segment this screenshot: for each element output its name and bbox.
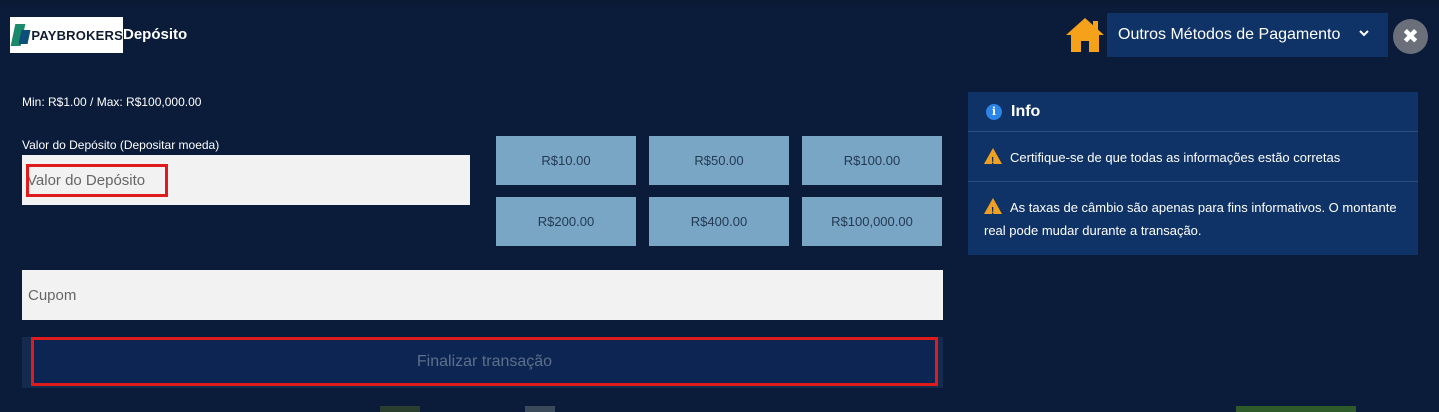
info-item-text: Certifique-se de que todas as informaçõe… xyxy=(1010,150,1341,165)
coupon-input[interactable] xyxy=(22,270,943,320)
finalize-button[interactable]: Finalizar transação xyxy=(31,337,938,386)
home-button[interactable] xyxy=(1064,16,1106,54)
amount-field-container xyxy=(22,155,470,205)
page-title: Depósito xyxy=(123,26,188,43)
coupon-field-container xyxy=(22,270,943,320)
home-icon xyxy=(1066,18,1104,52)
quick-amount-button[interactable]: R$100.00 xyxy=(802,136,942,185)
chevron-down-icon xyxy=(1358,26,1370,42)
info-title: Info xyxy=(1011,102,1041,120)
bottom-edge xyxy=(0,406,1439,412)
quick-amount-button[interactable]: R$50.00 xyxy=(649,136,789,185)
close-button[interactable]: ✖ xyxy=(1393,19,1428,54)
quick-amount-button[interactable]: R$200.00 xyxy=(496,197,636,246)
deposit-limits: Min: R$1.00 / Max: R$100,000.00 xyxy=(22,95,202,109)
payment-method-label: Outros Métodos de Pagamento xyxy=(1118,26,1341,43)
info-item-text: As taxas de câmbio são apenas para fins … xyxy=(984,200,1397,238)
info-item: Certifique-se de que todas as informaçõe… xyxy=(968,132,1418,182)
paybrokers-logo-mark xyxy=(10,24,31,46)
quick-amount-button[interactable]: R$400.00 xyxy=(649,197,789,246)
paybrokers-logo: PAYBROKERS xyxy=(10,17,123,53)
payment-method-select[interactable]: Outros Métodos de Pagamento xyxy=(1107,13,1388,57)
warning-icon xyxy=(984,198,1002,223)
info-item: As taxas de câmbio são apenas para fins … xyxy=(968,182,1418,254)
amount-label: Valor do Depósito (Depositar moeda) xyxy=(22,138,220,152)
close-icon: ✖ xyxy=(1402,26,1419,48)
amount-input[interactable] xyxy=(22,155,470,205)
warning-icon xyxy=(984,148,1002,173)
quick-amount-button[interactable]: R$10.00 xyxy=(496,136,636,185)
top-strip xyxy=(0,0,1439,5)
info-panel: i Info Certifique-se de que todas as inf… xyxy=(968,92,1418,255)
info-header: i Info xyxy=(968,92,1418,132)
logo-text: PAYBROKERS xyxy=(31,27,123,43)
info-icon: i xyxy=(986,103,1002,120)
quick-amount-button[interactable]: R$100,000.00 xyxy=(802,197,942,246)
